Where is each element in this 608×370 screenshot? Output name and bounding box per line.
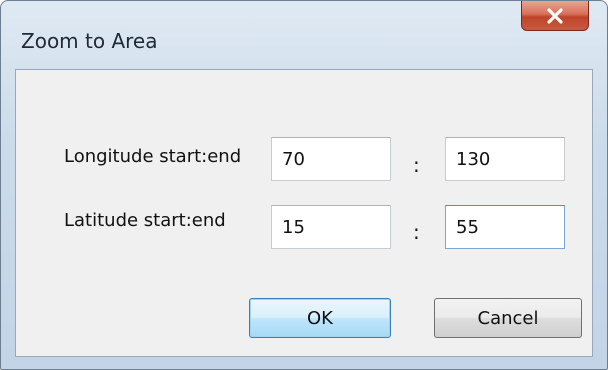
ok-button[interactable]: OK <box>249 298 391 338</box>
dialog-window: Zoom to Area Longitude start:end 70 : 13… <box>0 0 608 370</box>
longitude-end-input[interactable]: 130 <box>445 137 565 181</box>
latitude-separator: : <box>413 220 420 244</box>
cancel-button[interactable]: Cancel <box>434 298 582 338</box>
close-x-icon <box>545 7 565 24</box>
longitude-label: Longitude start:end <box>64 146 242 167</box>
longitude-start-input[interactable]: 70 <box>271 137 391 181</box>
latitude-label: Latitude start:end <box>64 210 226 231</box>
dialog-client-area: Longitude start:end 70 : 130 Latitude st… <box>15 69 593 357</box>
close-button[interactable] <box>521 1 589 31</box>
longitude-separator: : <box>413 153 420 177</box>
latitude-end-input[interactable]: 55 <box>445 205 565 249</box>
latitude-start-input[interactable]: 15 <box>271 205 391 249</box>
dialog-title: Zoom to Area <box>21 29 158 53</box>
